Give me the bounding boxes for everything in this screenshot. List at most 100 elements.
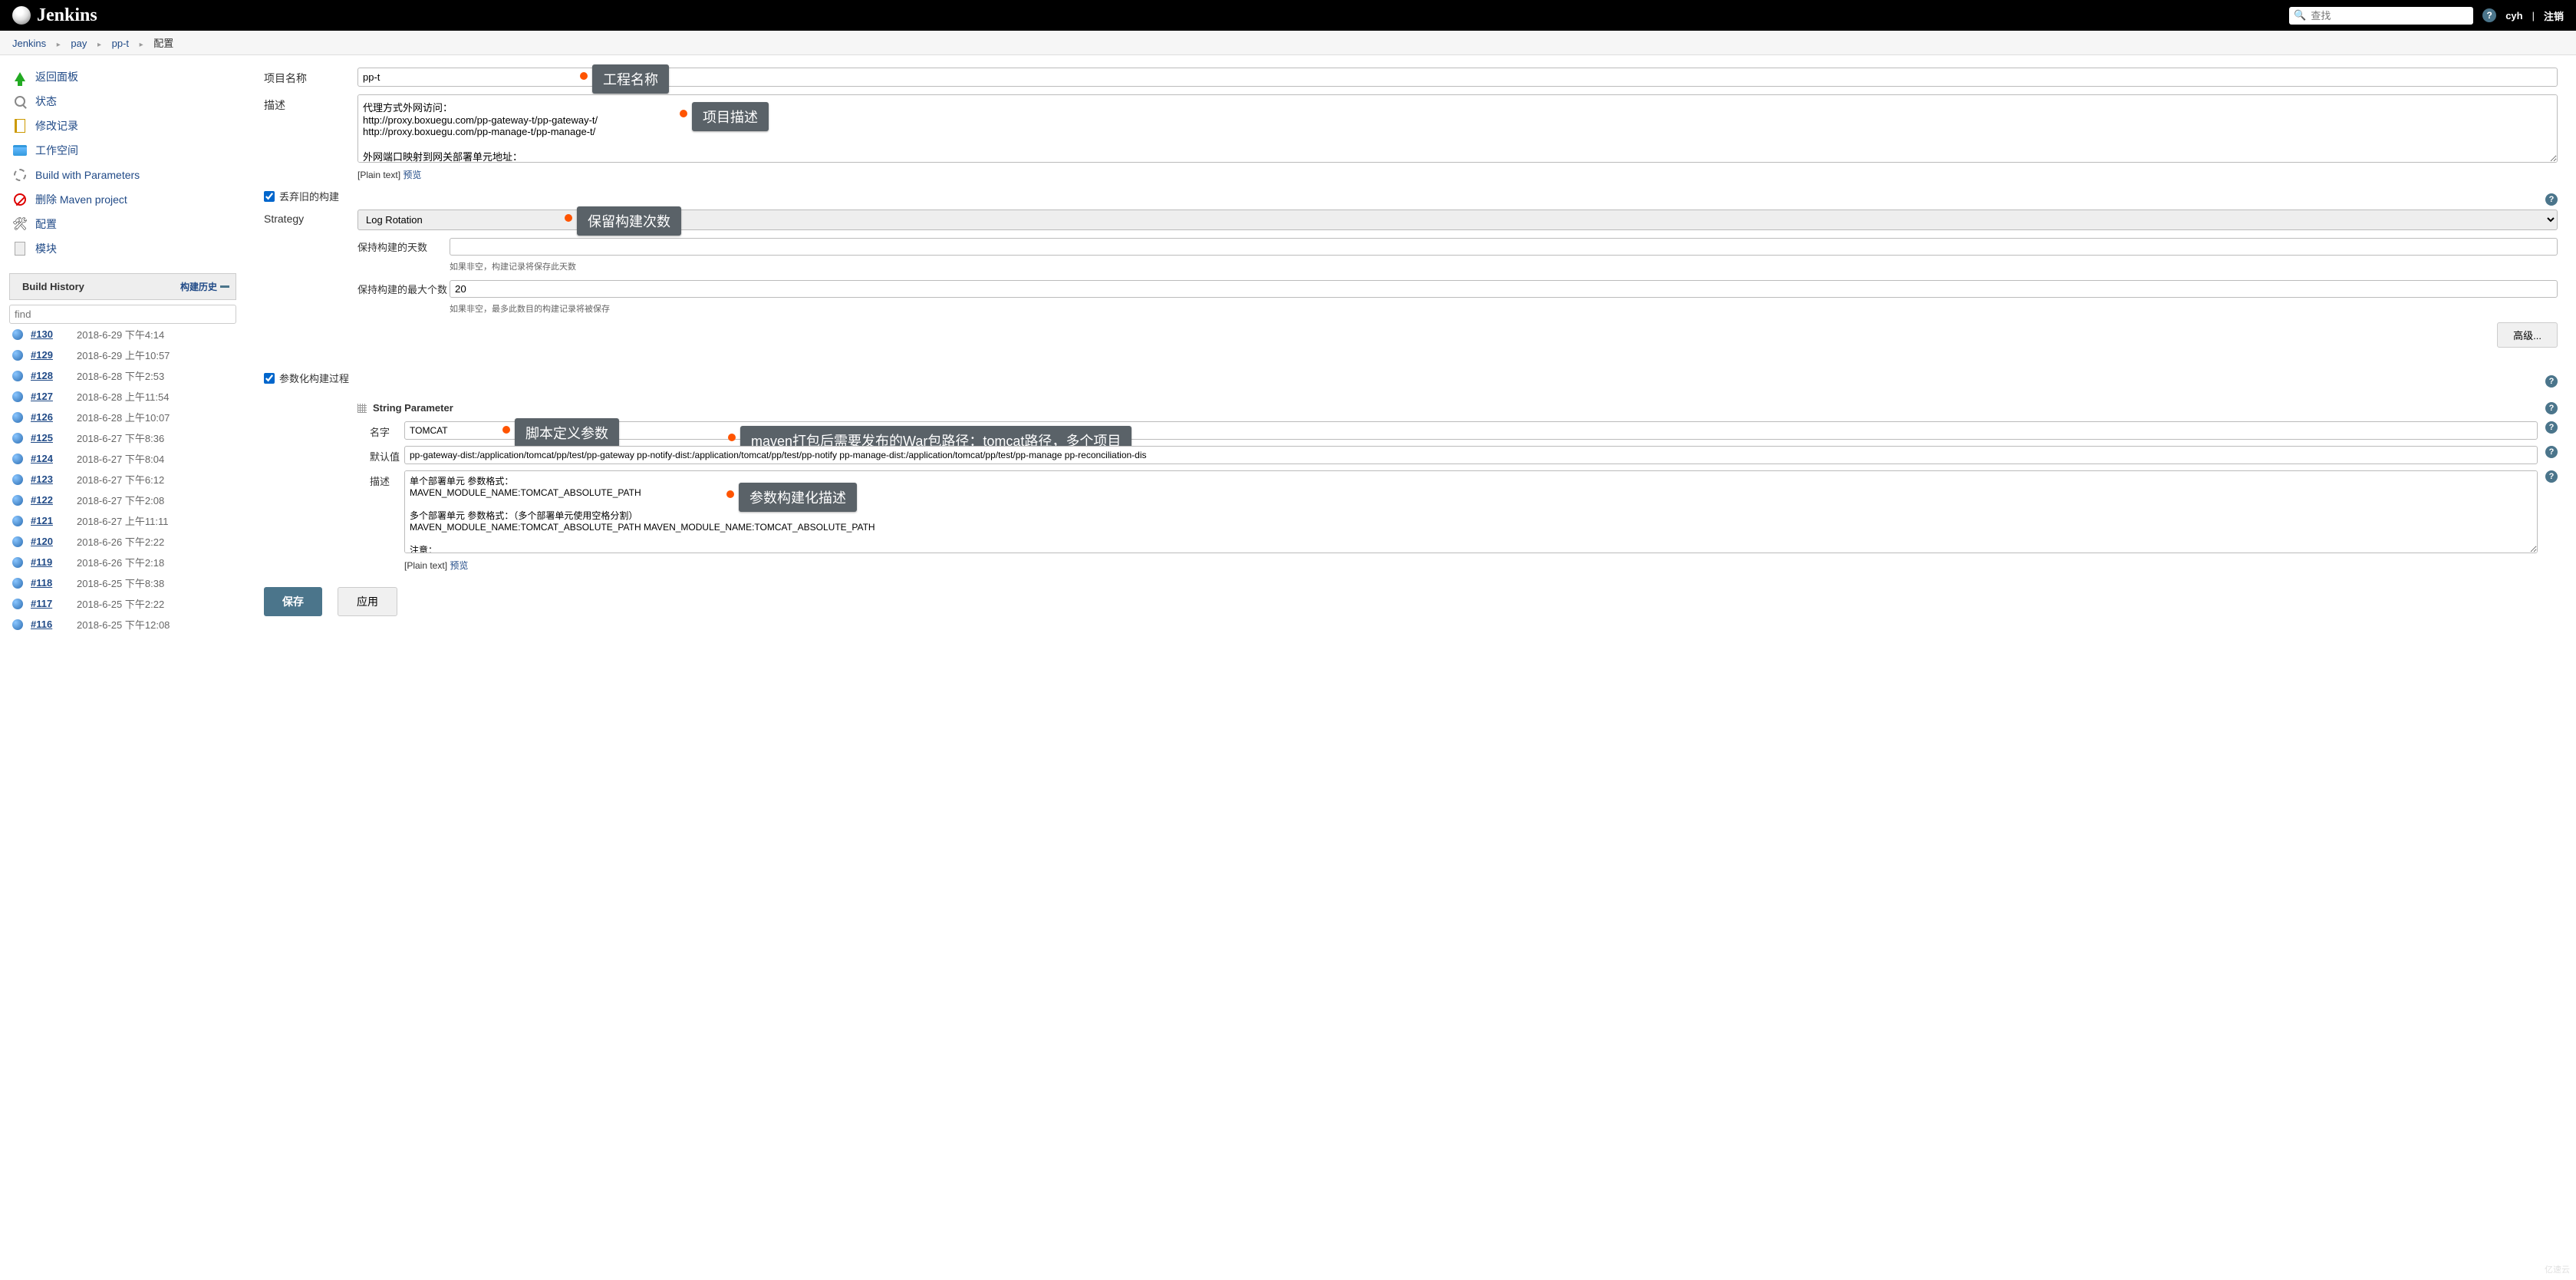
build-status-icon xyxy=(12,350,23,361)
build-row[interactable]: #1172018-6-25 下午2:22 xyxy=(9,593,236,614)
sidebar-item-changes[interactable]: 修改记录 xyxy=(9,114,236,138)
magnify-icon xyxy=(12,94,28,109)
build-row[interactable]: #124 2018-6-27 下午8:04 xyxy=(9,448,236,469)
callout-project-desc: 项目描述 xyxy=(692,102,769,131)
build-number-link[interactable]: #130 xyxy=(31,328,69,340)
no-entry-icon xyxy=(12,192,28,207)
search-input[interactable] xyxy=(2309,8,2469,23)
build-row[interactable]: #1182018-6-25 下午8:38 xyxy=(9,572,236,593)
save-button[interactable]: 保存 xyxy=(264,587,322,616)
build-number-link[interactable]: #119 xyxy=(31,556,69,568)
param-desc-textarea[interactable] xyxy=(404,470,2538,553)
build-row[interactable]: #1222018-6-27 下午2:08 xyxy=(9,490,236,510)
sidebar-item-workspace[interactable]: 工作空间 xyxy=(9,138,236,163)
sidebar-item-build-params[interactable]: Build with Parameters xyxy=(9,163,236,187)
sidebar-item-back[interactable]: 返回面板 xyxy=(9,64,236,89)
build-number-link[interactable]: #116 xyxy=(31,619,69,630)
callout-param-name: 脚本定义参数 xyxy=(515,418,619,447)
preview-link[interactable]: 预览 xyxy=(450,560,468,571)
user-link[interactable]: cyh xyxy=(2505,10,2522,21)
keep-days-help: 如果非空，构建记录将保存此天数 xyxy=(450,260,2558,272)
build-list: #130 2018-6-29 下午4:14 #1292018-6-29 上午10:5… xyxy=(9,324,236,635)
help-icon[interactable]: ? xyxy=(2545,402,2558,414)
callout-dot-icon xyxy=(502,426,510,434)
project-name-label: 项目名称 xyxy=(264,68,357,86)
help-icon[interactable]: ? xyxy=(2545,193,2558,206)
header: Jenkins 🔍 ? cyh | 注销 xyxy=(0,0,2576,31)
watermark: 亿速云 xyxy=(2545,1263,2570,1275)
build-number-link[interactable]: #129 xyxy=(31,349,69,361)
build-number-link[interactable]: #127 xyxy=(31,391,69,402)
build-number-link[interactable]: #117 xyxy=(31,598,69,609)
sidebar-item-configure[interactable]: 🛠配置 xyxy=(9,212,236,236)
build-row[interactable]: #1202018-6-26 下午2:22 xyxy=(9,531,236,552)
discard-old-checkbox[interactable] xyxy=(264,191,275,202)
build-find-input[interactable] xyxy=(9,305,236,324)
module-icon xyxy=(12,241,28,256)
strategy-select[interactable]: Log Rotation xyxy=(357,209,2558,230)
search-box[interactable]: 🔍 xyxy=(2289,7,2473,25)
build-trend-link[interactable]: 构建历史 xyxy=(180,280,217,293)
drag-handle-icon[interactable] xyxy=(357,404,367,413)
crumb-jenkins[interactable]: Jenkins xyxy=(12,38,46,49)
build-number-link[interactable]: #120 xyxy=(31,536,69,547)
build-number-link[interactable]: #128 xyxy=(31,370,69,381)
callout-project-name: 工程名称 xyxy=(592,64,669,94)
callout-strategy: 保留构建次数 xyxy=(577,206,681,236)
chevron-right-icon: ▸ xyxy=(140,41,143,49)
build-row[interactable]: #130 2018-6-29 下午4:14 xyxy=(9,324,236,345)
keep-days-input[interactable] xyxy=(450,238,2558,256)
build-row[interactable]: #1262018-6-28 上午10:07 xyxy=(9,407,236,427)
build-number-link[interactable]: #121 xyxy=(31,515,69,526)
preview-link[interactable]: 预览 xyxy=(403,170,421,180)
crumb-pay[interactable]: pay xyxy=(71,38,87,49)
parameterized-checkbox[interactable] xyxy=(264,373,275,384)
help-icon[interactable]: ? xyxy=(2482,8,2496,22)
help-icon[interactable]: ? xyxy=(2545,375,2558,388)
build-number-link[interactable]: #125 xyxy=(31,432,69,444)
param-name-input[interactable] xyxy=(404,421,2538,440)
build-row[interactable]: #1192018-6-26 下午2:18 xyxy=(9,552,236,572)
jenkins-title[interactable]: Jenkins xyxy=(37,5,97,26)
callout-dot-icon xyxy=(726,490,734,498)
build-row[interactable]: #1282018-6-28 下午2:53 xyxy=(9,365,236,386)
help-icon[interactable]: ? xyxy=(2545,446,2558,458)
build-row[interactable]: #1232018-6-27 下午6:12 xyxy=(9,469,236,490)
build-number-link[interactable]: #118 xyxy=(31,577,69,589)
build-number-link[interactable]: #123 xyxy=(31,473,69,485)
build-status-icon xyxy=(12,391,23,402)
help-icon[interactable]: ? xyxy=(2545,421,2558,434)
plain-text-label: [Plain text] xyxy=(357,170,400,180)
sidebar-item-modules[interactable]: 模块 xyxy=(9,236,236,261)
collapse-icon[interactable] xyxy=(220,285,229,288)
project-name-input[interactable] xyxy=(357,68,2558,87)
build-number-link[interactable]: #122 xyxy=(31,494,69,506)
build-row[interactable]: #1252018-6-27 下午8:36 xyxy=(9,427,236,448)
sidebar-item-status[interactable]: 状态 xyxy=(9,89,236,114)
build-row[interactable]: #1272018-6-28 上午11:54 xyxy=(9,386,236,407)
description-textarea[interactable] xyxy=(357,94,2558,163)
logout-link[interactable]: 注销 xyxy=(2544,8,2564,23)
build-status-icon xyxy=(12,578,23,589)
build-number-link[interactable]: #124 xyxy=(31,453,69,464)
keep-max-input[interactable] xyxy=(450,280,2558,298)
apply-button[interactable]: 应用 xyxy=(338,587,397,616)
chevron-right-icon: ▸ xyxy=(97,41,101,49)
sidebar-item-delete[interactable]: 删除 Maven project xyxy=(9,187,236,212)
build-time: 2018-6-27 上午11:11 xyxy=(77,513,168,528)
folder-icon xyxy=(12,143,28,158)
help-icon[interactable]: ? xyxy=(2545,470,2558,483)
advanced-button[interactable]: 高级... xyxy=(2497,322,2558,348)
param-default-input[interactable] xyxy=(404,446,2538,464)
build-status-icon xyxy=(12,474,23,485)
build-status-icon xyxy=(12,454,23,464)
keep-max-help: 如果非空，最多此数目的构建记录将被保存 xyxy=(450,302,2558,315)
build-row[interactable]: #121 2018-6-27 上午11:11 xyxy=(9,510,236,531)
build-time: 2018-6-27 下午8:04 xyxy=(77,451,164,466)
build-status-icon xyxy=(12,329,23,340)
build-time: 2018-6-29 下午4:14 xyxy=(77,327,164,341)
build-row[interactable]: #1292018-6-29 上午10:57 xyxy=(9,345,236,365)
build-row[interactable]: #1162018-6-25 下午12:08 xyxy=(9,614,236,635)
build-number-link[interactable]: #126 xyxy=(31,411,69,423)
crumb-ppt[interactable]: pp-t xyxy=(112,38,129,49)
